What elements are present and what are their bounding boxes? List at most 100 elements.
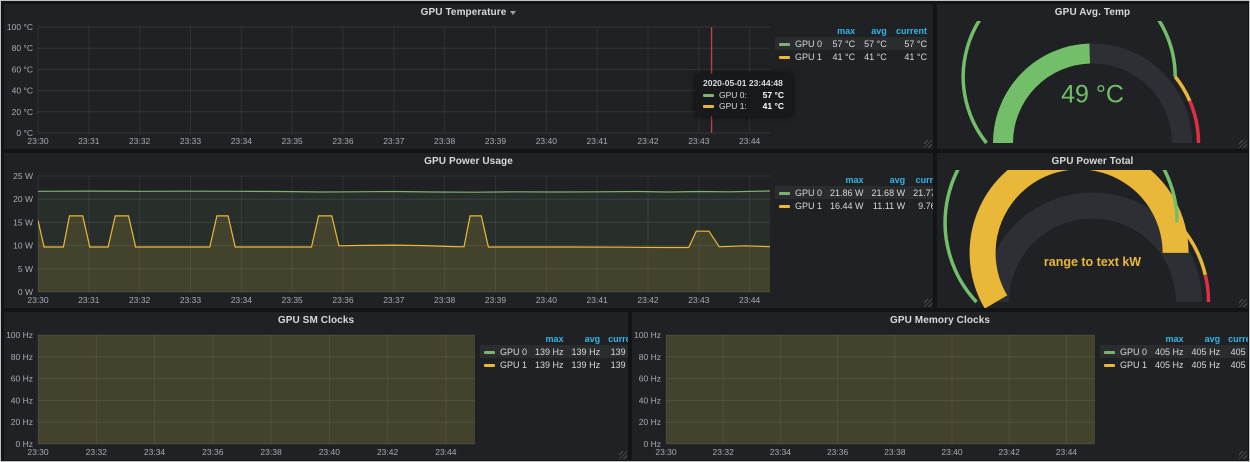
panel-resize-handle[interactable]	[619, 451, 627, 459]
svg-text:23:43: 23:43	[688, 295, 710, 305]
legend-header-spacer	[775, 173, 822, 186]
legend-header-max[interactable]: max	[822, 173, 864, 186]
legend-row: GPU 141 °C41 °C41 °C	[775, 50, 927, 63]
memory-clocks-chart[interactable]: 0 Hz20 Hz40 Hz60 Hz80 Hz100 Hz23:3023:32…	[632, 329, 1100, 460]
legend-gpu-memory-clocks: maxavgcurrentGPU 0405 Hz405 Hz405 HzGPU …	[1100, 329, 1248, 371]
legend-header-avg[interactable]: avg	[1184, 332, 1221, 345]
panel-resize-handle[interactable]	[924, 299, 932, 307]
svg-text:23:30: 23:30	[27, 447, 49, 457]
legend-series-toggle[interactable]: GPU 1	[775, 199, 822, 212]
legend-value-max: 16.44 W	[822, 199, 864, 212]
series-color-dash	[779, 192, 790, 195]
svg-text:23:31: 23:31	[78, 136, 100, 146]
panel-title[interactable]: GPU Memory Clocks	[890, 315, 990, 326]
legend-header-current[interactable]: current	[887, 24, 927, 37]
svg-text:23:37: 23:37	[383, 295, 405, 305]
legend-header-current[interactable]: current	[600, 332, 628, 345]
svg-text:23:34: 23:34	[144, 447, 166, 457]
svg-text:80 °C: 80 °C	[12, 43, 33, 53]
svg-text:23:30: 23:30	[27, 136, 49, 146]
panel-resize-handle[interactable]	[1239, 299, 1247, 307]
legend-header-current[interactable]: current	[1220, 332, 1248, 345]
legend-value-max: 139 Hz	[527, 345, 564, 358]
panel-gpu-sm-clocks: GPU SM Clocks 0 Hz20 Hz40 Hz60 Hz80 Hz10…	[4, 312, 628, 460]
legend-value-max: 57 °C	[824, 37, 856, 50]
svg-text:80 Hz: 80 Hz	[639, 352, 661, 362]
legend-series-toggle[interactable]: GPU 0	[775, 186, 822, 199]
svg-text:23:40: 23:40	[319, 447, 341, 457]
svg-text:25 W: 25 W	[13, 171, 33, 181]
panel-resize-handle[interactable]	[1239, 140, 1247, 148]
legend-gpu-temperature: maxavgcurrentGPU 057 °C57 °C57 °CGPU 141…	[775, 21, 933, 63]
legend-header-current[interactable]: current	[905, 173, 933, 186]
legend-series-name: GPU 0	[1120, 347, 1147, 357]
legend-header-avg[interactable]: avg	[855, 24, 887, 37]
panel-header[interactable]: GPU Temperature	[4, 4, 933, 21]
legend-series-toggle[interactable]: GPU 0	[775, 37, 824, 50]
series-color-dash	[779, 56, 790, 59]
legend-header-row: maxavgcurrent	[1100, 332, 1248, 345]
svg-text:23:35: 23:35	[282, 295, 304, 305]
chevron-down-icon[interactable]	[510, 11, 516, 15]
panel-gpu-temperature: GPU Temperature 0 °C20 °C40 °C60 °C80 °C…	[4, 4, 933, 149]
series-color-dash	[1104, 364, 1115, 367]
panel-title[interactable]: GPU Power Total	[1052, 156, 1134, 167]
temperature-chart[interactable]: 0 °C20 °C40 °C60 °C80 °C100 °C23:3023:31…	[4, 21, 775, 149]
legend-value-current: 139 Hz	[600, 345, 628, 358]
sm-clocks-chart[interactable]: 0 Hz20 Hz40 Hz60 Hz80 Hz100 Hz23:3023:32…	[4, 329, 480, 460]
svg-text:23:40: 23:40	[941, 447, 963, 457]
dashboard: GPU Temperature 0 °C20 °C40 °C60 °C80 °C…	[0, 0, 1250, 462]
legend-header-avg[interactable]: avg	[564, 332, 601, 345]
legend-row: GPU 1405 Hz405 Hz405 Hz	[1100, 358, 1248, 371]
panel-resize-handle[interactable]	[924, 140, 932, 148]
legend-value-avg: 21.68 W	[864, 186, 906, 199]
svg-text:23:38: 23:38	[260, 447, 282, 457]
svg-text:60 Hz: 60 Hz	[639, 374, 661, 384]
panel-header[interactable]: GPU Power Total	[937, 153, 1248, 170]
legend-series-toggle[interactable]: GPU 0	[480, 345, 527, 358]
series-color-dash	[484, 351, 495, 354]
svg-text:23:30: 23:30	[655, 447, 677, 457]
panel-header[interactable]: GPU Memory Clocks	[632, 312, 1248, 329]
svg-text:23:42: 23:42	[999, 447, 1021, 457]
legend-series-toggle[interactable]: GPU 1	[480, 358, 527, 371]
legend-header-max[interactable]: max	[1147, 332, 1184, 345]
svg-text:15 W: 15 W	[13, 217, 33, 227]
svg-text:23:41: 23:41	[587, 295, 609, 305]
legend-value-current: 41 °C	[887, 50, 927, 63]
svg-text:23:36: 23:36	[827, 447, 849, 457]
series-color-dash	[484, 364, 495, 367]
legend-value-avg: 41 °C	[855, 50, 887, 63]
legend-series-toggle[interactable]: GPU 1	[1100, 358, 1147, 371]
panel-header[interactable]: GPU Avg. Temp	[937, 4, 1248, 21]
legend-header-spacer	[1100, 332, 1147, 345]
legend-header-max[interactable]: max	[527, 332, 564, 345]
legend-series-toggle[interactable]: GPU 1	[775, 50, 824, 63]
svg-text:40 Hz: 40 Hz	[639, 395, 661, 405]
legend-header-spacer	[775, 24, 824, 37]
svg-text:23:44: 23:44	[739, 136, 761, 146]
panel-title[interactable]: GPU Avg. Temp	[1055, 7, 1130, 18]
svg-text:23:38: 23:38	[434, 295, 456, 305]
panel-title[interactable]: GPU Temperature	[421, 7, 507, 18]
panel-resize-handle[interactable]	[1239, 451, 1247, 459]
legend-value-max: 21.86 W	[822, 186, 864, 199]
legend-row: GPU 021.86 W21.68 W21.77 W	[775, 186, 933, 199]
power-usage-chart[interactable]: 0 W5 W10 W15 W20 W25 W23:3023:3123:3223:…	[4, 170, 775, 308]
panel-title[interactable]: GPU SM Clocks	[278, 315, 354, 326]
panel-title[interactable]: GPU Power Usage	[424, 156, 513, 167]
series-color-dash	[779, 205, 790, 208]
svg-text:23:36: 23:36	[332, 136, 354, 146]
svg-text:23:38: 23:38	[434, 136, 456, 146]
legend-series-name: GPU 1	[795, 52, 822, 62]
legend-header-max[interactable]: max	[824, 24, 856, 37]
legend-header-avg[interactable]: avg	[864, 173, 906, 186]
legend-row: GPU 0405 Hz405 Hz405 Hz	[1100, 345, 1248, 358]
gauge-value-text: 49 °C	[1061, 81, 1124, 109]
legend-header-row: maxavgcurrent	[480, 332, 628, 345]
panel-header[interactable]: GPU Power Usage	[4, 153, 933, 170]
legend-value-current: 405 Hz	[1220, 358, 1248, 371]
legend-series-name: GPU 0	[795, 188, 822, 198]
legend-series-toggle[interactable]: GPU 0	[1100, 345, 1147, 358]
panel-header[interactable]: GPU SM Clocks	[4, 312, 628, 329]
